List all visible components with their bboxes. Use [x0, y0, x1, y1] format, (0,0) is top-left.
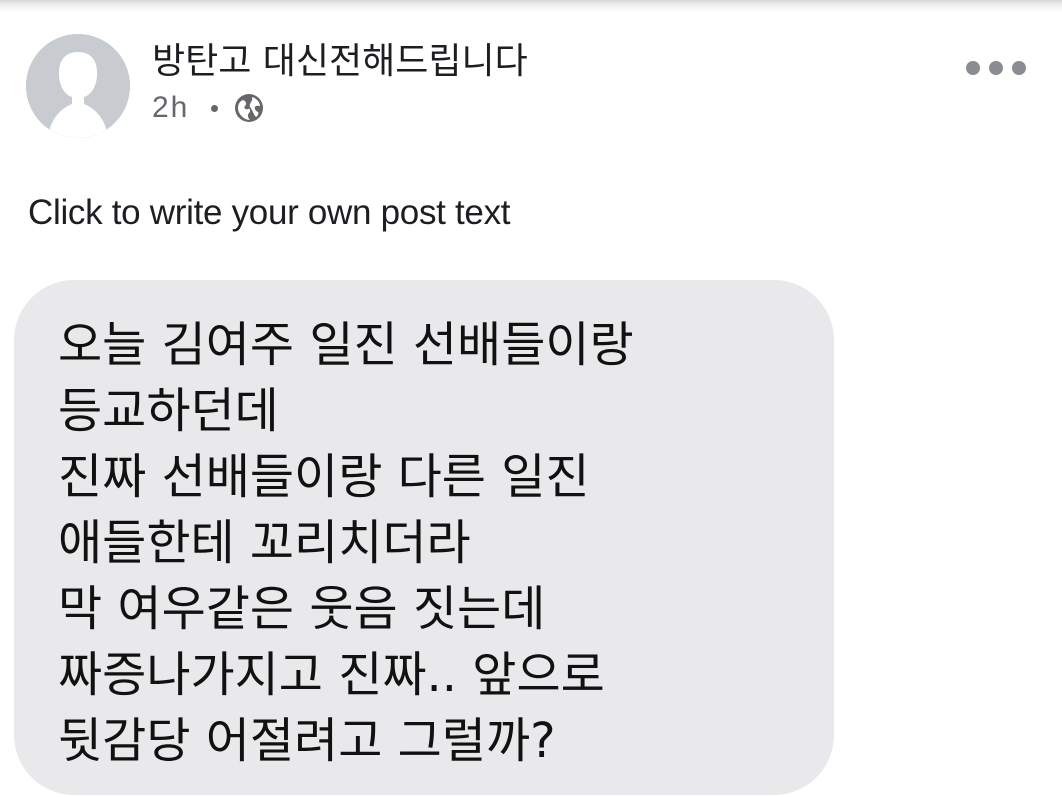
globe-icon[interactable]	[234, 93, 264, 123]
post-timestamp[interactable]: 2h	[152, 91, 189, 125]
message-line: 오늘 김여주 일진 선배들이랑	[58, 317, 634, 373]
ellipsis-icon-dot	[989, 61, 1003, 75]
avatar[interactable]	[26, 34, 130, 138]
post-body-text[interactable]: Click to write your own post text	[28, 190, 511, 236]
post-header: 방탄고 대신전해드립니다 2h	[0, 0, 1062, 140]
message-line: 등교하던데	[58, 383, 279, 439]
message-line: 막 여우같은 웃음 짓는데	[58, 581, 546, 637]
message-line: 뒷감당 어절려고 그럴까?	[58, 713, 556, 769]
default-person-icon	[26, 34, 130, 138]
separator-dot	[211, 104, 219, 112]
ellipsis-icon-dot	[1012, 61, 1026, 75]
ellipsis-icon-dot	[966, 61, 980, 75]
message-line: 진짜 선배들이랑 다른 일진	[58, 449, 590, 505]
more-options-button[interactable]	[966, 56, 1026, 80]
post-meta: 2h	[152, 88, 264, 128]
author-name[interactable]: 방탄고 대신전해드립니다	[152, 40, 528, 84]
message-line: 애들한테 꼬리치더라	[58, 515, 471, 571]
message-line: 짜증나가지고 진짜.. 앞으로	[58, 647, 605, 703]
message-bubble-text: 오늘 김여주 일진 선배들이랑 등교하던데 진짜 선배들이랑 다른 일진 애들한…	[58, 312, 634, 774]
